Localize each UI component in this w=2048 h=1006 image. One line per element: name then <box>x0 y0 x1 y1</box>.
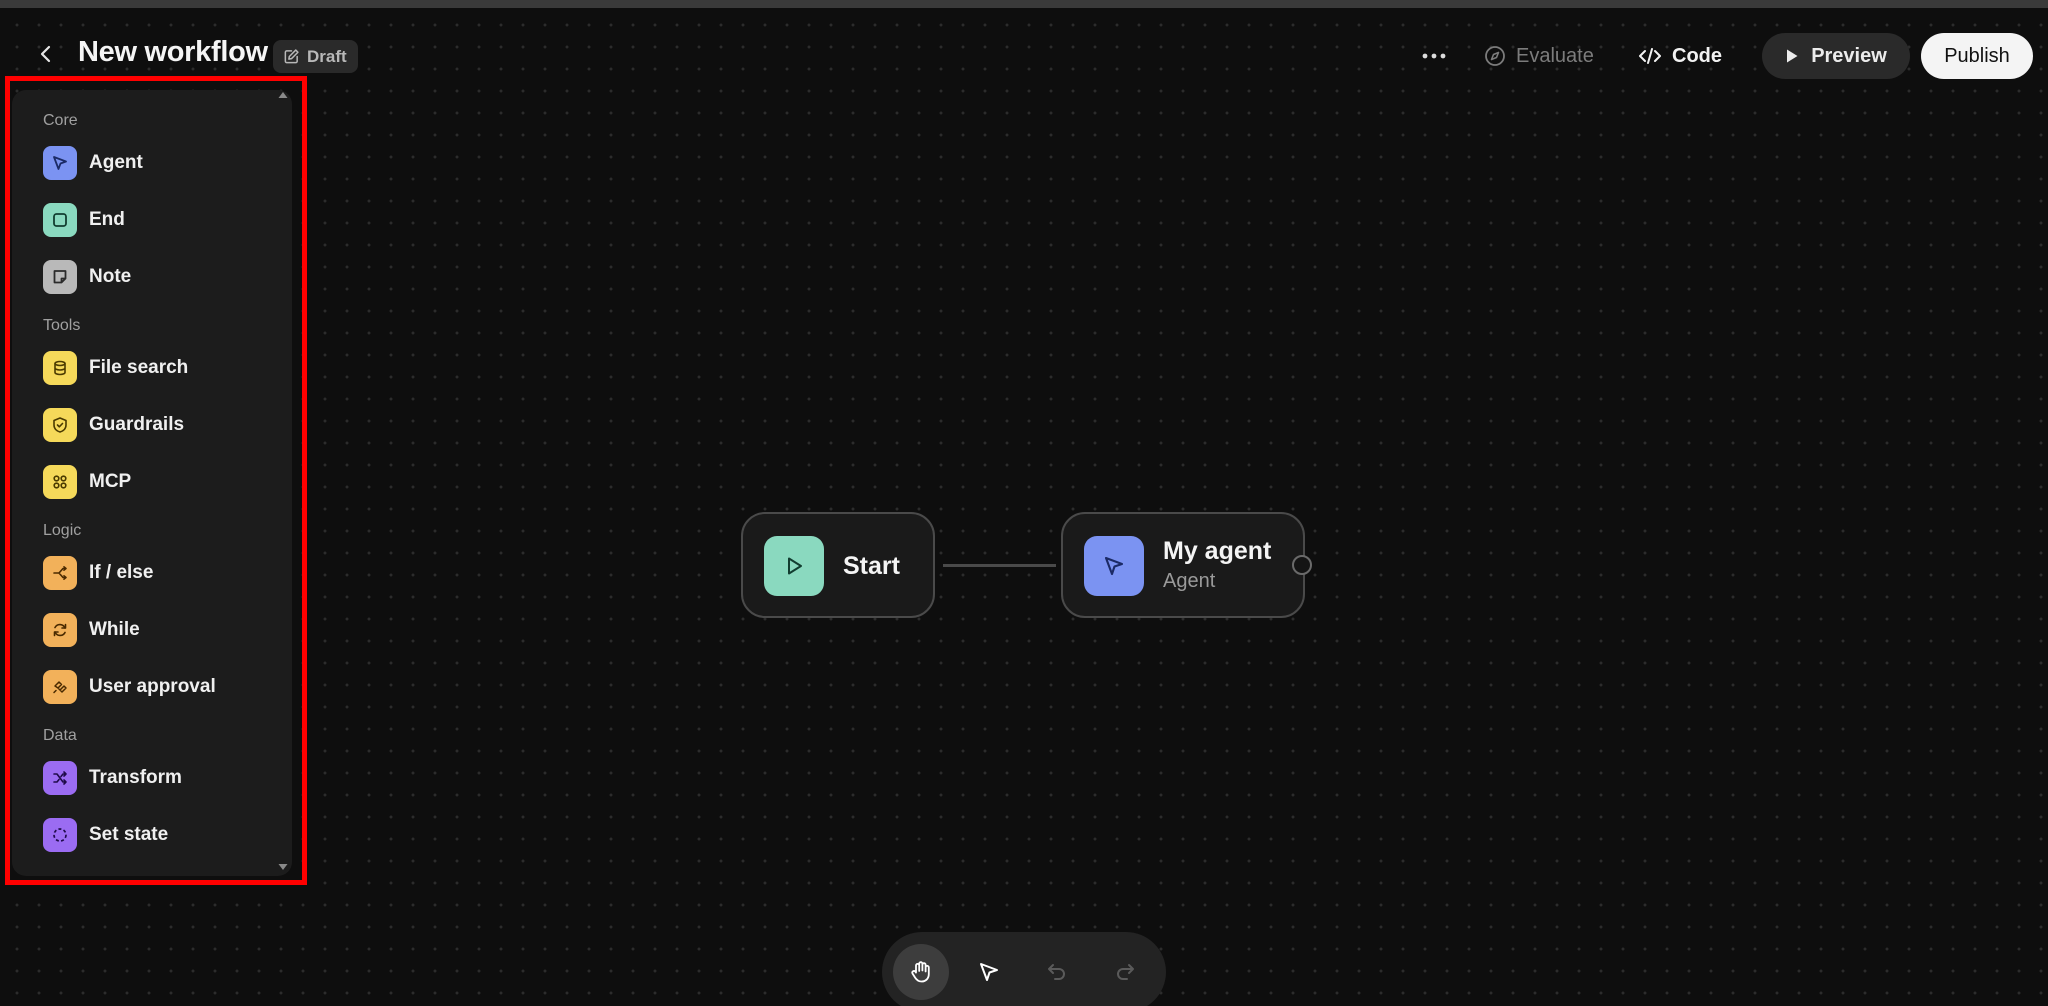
window-top-strip <box>0 0 2048 8</box>
publish-button[interactable]: Publish <box>1921 33 2033 79</box>
palette-item-end[interactable]: End <box>37 197 287 243</box>
palette-item-label: Agent <box>89 152 143 173</box>
scroll-down-arrow-icon[interactable] <box>276 860 290 874</box>
draft-badge[interactable]: Draft <box>273 40 358 73</box>
pointer-icon <box>43 146 77 180</box>
redo-icon <box>1117 964 1134 980</box>
preview-label: Preview <box>1811 44 1887 67</box>
agent-output-handle[interactable] <box>1292 555 1312 575</box>
loop-icon <box>43 613 77 647</box>
play-icon <box>1787 49 1798 63</box>
draft-label: Draft <box>307 46 347 66</box>
page-title: New workflow <box>78 36 268 68</box>
palette-item-mcp[interactable]: MCP <box>37 459 287 505</box>
palette-item-label: Guardrails <box>89 414 185 435</box>
code-icon <box>1639 48 1661 64</box>
canvas-toolbar <box>882 932 1166 1006</box>
preview-button[interactable]: Preview <box>1762 33 1910 79</box>
palette-item-while[interactable]: While <box>37 607 287 653</box>
chevron-left-icon <box>40 45 51 63</box>
palette-item-label: Transform <box>89 767 182 788</box>
mcp-icon <box>43 465 77 499</box>
undo-icon <box>1048 964 1065 980</box>
branch-icon <box>43 556 77 590</box>
palette-item-if-else[interactable]: If / else <box>37 550 287 596</box>
play-icon <box>764 536 824 596</box>
evaluate-button[interactable]: Evaluate <box>1484 33 1594 79</box>
section-label-data: Data <box>43 727 77 744</box>
node-palette: Core Agent End Note Tools File search Gu… <box>12 90 292 876</box>
palette-item-agent[interactable]: Agent <box>37 140 287 186</box>
evaluate-label: Evaluate <box>1516 44 1594 67</box>
palette-item-file-search[interactable]: File search <box>37 345 287 391</box>
code-button[interactable]: Code <box>1638 33 1722 79</box>
node-agent-label: My agent <box>1163 537 1272 565</box>
section-label-core: Core <box>43 112 78 129</box>
database-icon <box>43 351 77 385</box>
node-agent-sublabel: Agent <box>1163 570 1216 592</box>
palette-item-transform[interactable]: Transform <box>37 755 287 801</box>
node-start-label: Start <box>843 552 900 580</box>
code-label: Code <box>1672 44 1722 67</box>
node-my-agent[interactable]: My agent Agent <box>1061 512 1305 618</box>
sticky-note-icon <box>43 260 77 294</box>
dashed-circle-icon <box>43 818 77 852</box>
palette-item-label: End <box>89 209 125 230</box>
scroll-up-arrow-icon[interactable] <box>276 88 290 102</box>
header: New workflow Draft Evaluate Code Preview… <box>0 8 2048 90</box>
palette-item-label: If / else <box>89 562 154 583</box>
hand-icon <box>911 961 930 983</box>
edit-icon <box>284 49 299 64</box>
palette-item-label: Set state <box>89 824 169 845</box>
section-label-tools: Tools <box>43 317 81 334</box>
palette-item-label: Note <box>89 266 132 287</box>
workflow-canvas[interactable] <box>0 8 2048 1006</box>
more-horizontal-icon <box>1422 53 1446 59</box>
palette-item-label: While <box>89 619 140 640</box>
palette-item-guardrails[interactable]: Guardrails <box>37 402 287 448</box>
redo-button[interactable] <box>1097 944 1153 1000</box>
shuffle-icon <box>43 761 77 795</box>
pointer-icon <box>980 963 998 981</box>
palette-item-label: MCP <box>89 471 132 492</box>
hand-approval-icon <box>43 670 77 704</box>
node-start[interactable]: Start <box>741 512 935 618</box>
palette-item-note[interactable]: Note <box>37 254 287 300</box>
palette-item-label: User approval <box>89 676 216 697</box>
pointer-tool-button[interactable] <box>961 944 1017 1000</box>
square-icon <box>43 203 77 237</box>
hand-tool-button[interactable] <box>893 944 949 1000</box>
section-label-logic: Logic <box>43 522 82 539</box>
undo-button[interactable] <box>1029 944 1085 1000</box>
shield-check-icon <box>43 408 77 442</box>
back-button[interactable] <box>30 38 62 70</box>
publish-label: Publish <box>1944 44 2010 67</box>
palette-item-set-state[interactable]: Set state <box>37 812 287 858</box>
palette-item-label: File search <box>89 357 189 378</box>
palette-item-user-approval[interactable]: User approval <box>37 664 287 710</box>
pointer-icon <box>1084 536 1144 596</box>
edge-start-to-agent <box>943 564 1056 567</box>
more-options-button[interactable] <box>1414 33 1454 79</box>
compass-icon <box>1485 46 1505 66</box>
